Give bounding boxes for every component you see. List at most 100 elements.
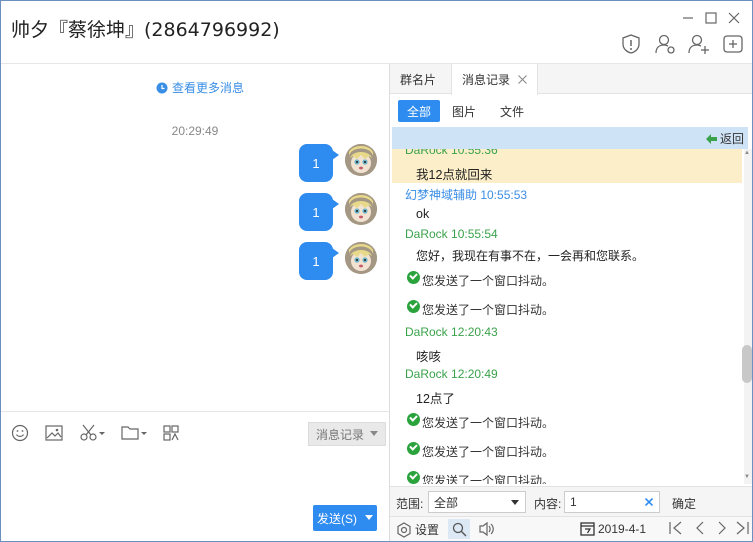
more-apps-button[interactable] <box>722 33 746 55</box>
clear-icon <box>644 497 654 507</box>
check-icon <box>407 471 420 484</box>
settings-label: 设置 <box>415 523 440 537</box>
confirm-search-button[interactable]: 确定 <box>672 495 696 512</box>
chevron-down-icon <box>511 500 519 505</box>
search-icon <box>452 522 466 536</box>
title-bar: 帅夕『蔡徐坤』(2864796992) <box>1 1 752 64</box>
chat-message-area[interactable]: 查看更多消息 20:29:49 1 1 1 <box>1 64 389 411</box>
window-title: 帅夕『蔡徐坤』(2864796992) <box>11 19 280 41</box>
screenshot-button[interactable] <box>79 424 107 442</box>
scroll-up-arrow[interactable]: ▲ <box>744 150 750 156</box>
date-picker[interactable]: 2019-4-1 <box>580 521 646 536</box>
message-history-button[interactable]: 消息记录 <box>308 422 386 446</box>
scrollbar-thumb[interactable] <box>742 345 752 383</box>
emoji-button[interactable] <box>11 424 33 442</box>
last-page-icon <box>736 521 749 535</box>
system-notice-text: 您发送了一个窗口抖动。 <box>422 474 555 484</box>
history-scrollbar[interactable] <box>744 149 752 484</box>
search-button[interactable] <box>448 519 470 539</box>
maximize-button[interactable] <box>701 9 721 27</box>
side-panel: 群名片 消息记录 全部 图片 文件 返回 DaRock 10:55:36 我12… <box>390 64 752 541</box>
first-page-icon <box>669 521 682 535</box>
plus-box-icon <box>723 35 743 53</box>
message-row: 1 <box>287 242 377 282</box>
check-icon <box>407 442 420 455</box>
system-notice-text: 您发送了一个窗口抖动。 <box>422 416 555 430</box>
message-row: 1 <box>287 144 377 184</box>
close-icon <box>728 12 740 24</box>
system-notice: 您发送了一个窗口抖动。 <box>407 471 555 484</box>
history-text: ok <box>416 207 430 221</box>
chevron-down-icon <box>365 515 373 520</box>
system-notice-text: 您发送了一个窗口抖动。 <box>422 303 555 317</box>
back-button[interactable]: 返回 <box>705 130 744 147</box>
back-bar: 返回 <box>392 127 748 149</box>
filter-files[interactable]: 文件 <box>491 100 533 122</box>
check-icon <box>407 300 420 313</box>
close-button[interactable] <box>724 9 744 27</box>
message-bubble[interactable]: 1 <box>299 242 339 280</box>
gear-icon <box>397 521 411 538</box>
send-button[interactable]: 发送(S) <box>313 505 377 531</box>
add-user-icon <box>688 34 709 54</box>
history-sender: 幻梦神域辅助 10:55:53 <box>405 188 528 202</box>
speaker-icon <box>479 521 494 537</box>
tab-message-history[interactable]: 消息记录 <box>451 64 539 95</box>
user-settings-button[interactable] <box>654 33 678 55</box>
side-panel-tabs: 群名片 消息记录 <box>390 64 752 95</box>
history-bottom-bar: 设置 2019-4-1 <box>390 516 752 541</box>
send-label: 发送(S) <box>317 511 357 526</box>
tab-close-button[interactable] <box>518 73 527 87</box>
next-page-button[interactable] <box>716 520 728 540</box>
range-label: 范围: <box>396 497 424 511</box>
close-icon <box>518 74 527 84</box>
check-icon <box>407 271 420 284</box>
system-notice: 您发送了一个窗口抖动。 <box>407 271 555 289</box>
system-notice-text: 您发送了一个窗口抖动。 <box>422 445 555 459</box>
image-button[interactable] <box>45 424 67 442</box>
last-page-button[interactable] <box>735 520 749 540</box>
sound-button[interactable] <box>478 521 495 537</box>
add-friend-button[interactable] <box>688 33 712 55</box>
content-search-value: 1 <box>570 495 577 509</box>
chevron-right-icon <box>718 521 726 535</box>
maximize-icon <box>705 12 717 24</box>
folder-icon <box>121 426 147 440</box>
scroll-down-arrow[interactable]: ▼ <box>744 474 750 480</box>
range-select[interactable]: 全部 <box>428 491 526 513</box>
history-sender: DaRock 10:55:36 <box>405 149 498 157</box>
first-page-button[interactable] <box>669 520 683 540</box>
minimize-button[interactable] <box>678 9 698 27</box>
view-more-messages-link[interactable]: 查看更多消息 <box>156 79 244 96</box>
emoji-icon <box>11 424 29 442</box>
filter-all[interactable]: 全部 <box>398 100 441 122</box>
message-bubble[interactable]: 1 <box>299 193 339 231</box>
more-tools-button[interactable] <box>162 424 184 442</box>
history-text: 我12点就回来 <box>416 168 493 182</box>
message-bubble[interactable]: 1 <box>299 144 339 182</box>
avatar-image <box>345 193 377 225</box>
calendar-icon <box>580 522 595 536</box>
avatar[interactable] <box>345 193 377 225</box>
filter-images[interactable]: 图片 <box>443 100 485 122</box>
content-search-input[interactable]: 1 <box>564 491 660 513</box>
avatar[interactable] <box>345 242 377 274</box>
clear-input-button[interactable] <box>644 495 654 509</box>
system-notice-text: 您发送了一个窗口抖动。 <box>422 274 555 288</box>
settings-button[interactable]: 设置 <box>396 521 439 538</box>
user-gear-icon <box>655 34 675 54</box>
message-input[interactable]: 发送(S) <box>1 453 389 541</box>
prev-page-button[interactable] <box>694 520 706 540</box>
security-button[interactable] <box>620 33 644 55</box>
avatar[interactable] <box>345 144 377 176</box>
history-sender: DaRock 12:20:43 <box>405 325 498 339</box>
file-button[interactable] <box>120 424 148 442</box>
avatar-image <box>345 242 377 274</box>
message-history-list[interactable]: DaRock 10:55:36 我12点就回来 幻梦神域辅助 10:55:53 … <box>392 149 742 484</box>
history-sender: DaRock 10:55:54 <box>405 227 498 241</box>
history-text: 您好，我现在有事不在，一会再和您联系。 <box>416 249 645 263</box>
system-notice: 您发送了一个窗口抖动。 <box>407 442 555 460</box>
message-timestamp: 20:29:49 <box>171 124 219 138</box>
apps-icon <box>163 425 179 441</box>
tab-group-card[interactable]: 群名片 <box>390 64 446 94</box>
